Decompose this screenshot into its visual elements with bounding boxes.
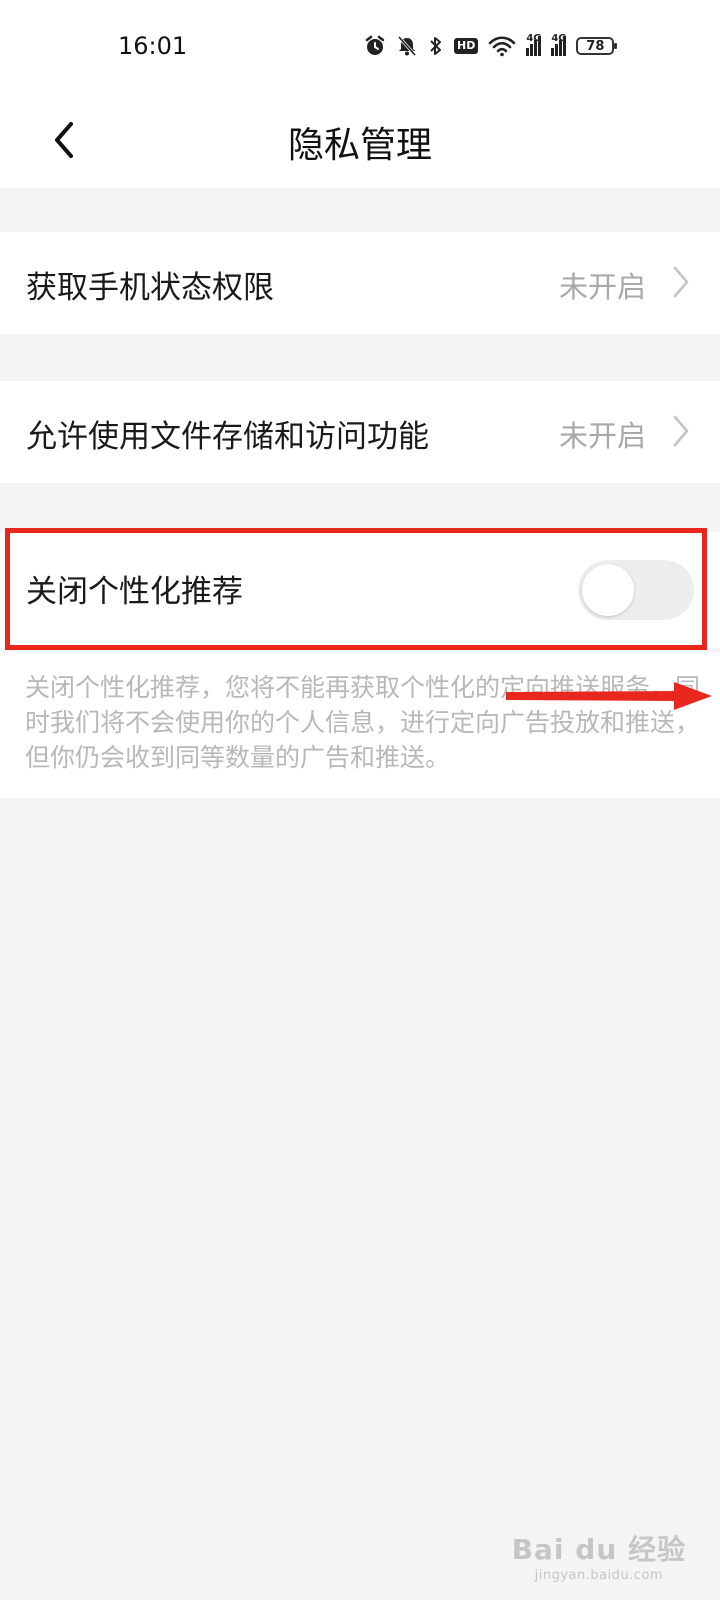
watermark-domain: jingyan.baidu.com xyxy=(534,1568,664,1583)
setting-row-personalization: 关闭个性化推荐 xyxy=(0,532,720,648)
personalization-toggle[interactable] xyxy=(578,560,694,620)
setting-row-phone-state[interactable]: 获取手机状态权限 未开启 xyxy=(0,232,720,334)
hd-voice-badge: HD xyxy=(454,38,479,54)
status-bar: 16:01 HD 4G 4G 78 xyxy=(0,0,720,92)
wifi-icon xyxy=(488,35,516,57)
signal-icon: 4G xyxy=(526,33,542,56)
watermark-brand: Bai du 经验 xyxy=(511,1533,686,1566)
battery-level: 78 xyxy=(586,38,605,54)
setting-label: 获取手机状态权限 xyxy=(26,270,274,306)
description-block: 关闭个性化推荐，您将不能再获取个性化的定向推送服务，同时我们将不会使用你的个人信… xyxy=(0,652,720,798)
toggle-knob xyxy=(582,564,634,616)
page-title: 隐私管理 xyxy=(287,125,432,166)
chevron-right-icon xyxy=(673,266,689,298)
nav-bar: 隐私管理 xyxy=(0,92,720,188)
status-icons: HD 4G 4G 78 xyxy=(364,30,618,62)
annotation-arrow-icon xyxy=(506,682,712,710)
setting-label: 允许使用文件存储和访问功能 xyxy=(26,419,429,455)
mute-bell-icon xyxy=(396,35,418,57)
setting-label: 关闭个性化推荐 xyxy=(26,574,243,610)
setting-status: 未开启 xyxy=(558,419,646,453)
alarm-icon xyxy=(364,35,386,57)
baidu-jingyan-watermark: Bai du 经验 jingyan.baidu.com xyxy=(512,1528,686,1583)
battery-icon: 78 xyxy=(576,37,618,55)
signal-icon: 4G xyxy=(551,33,567,56)
setting-row-file-storage[interactable]: 允许使用文件存储和访问功能 未开启 xyxy=(0,381,720,483)
setting-status: 未开启 xyxy=(558,270,646,304)
status-time: 16:01 xyxy=(118,32,188,60)
chevron-right-icon xyxy=(673,415,689,447)
bluetooth-icon xyxy=(428,35,444,57)
